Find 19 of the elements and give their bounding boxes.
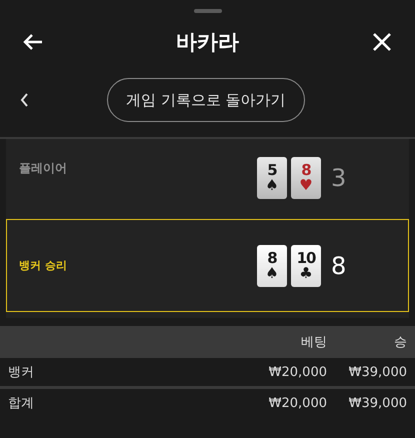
table-cell-text: ₩20,000 (268, 364, 327, 380)
drag-handle[interactable] (194, 9, 222, 13)
playing-card: 8 ♥ (291, 157, 321, 199)
table-cell-text: ₩39,000 (348, 396, 407, 410)
hand-score: 8 (331, 252, 346, 280)
hand-label: 플레이어 (19, 160, 68, 177)
sheet-title: 바카라 (176, 29, 239, 56)
table-cell-text: 뱅커 (8, 364, 35, 381)
hand-label: 뱅커 승리 (19, 258, 68, 273)
column-header: 승 (393, 334, 407, 351)
playing-card: 10 ♣ (291, 244, 321, 286)
hand-score: 3 (331, 164, 346, 192)
playing-card: 5 ♠ (257, 157, 287, 199)
playing-card: 8 ♠ (257, 244, 287, 286)
table-cell-text: 합계 (8, 395, 35, 412)
table-cell-text: ₩39,000 (348, 364, 407, 380)
table-cell-text: ₩20,000 (268, 396, 327, 410)
back-to-history-button[interactable]: 게임 기록으로 돌아가기 (107, 78, 305, 122)
column-header: 베팅 (300, 334, 327, 351)
